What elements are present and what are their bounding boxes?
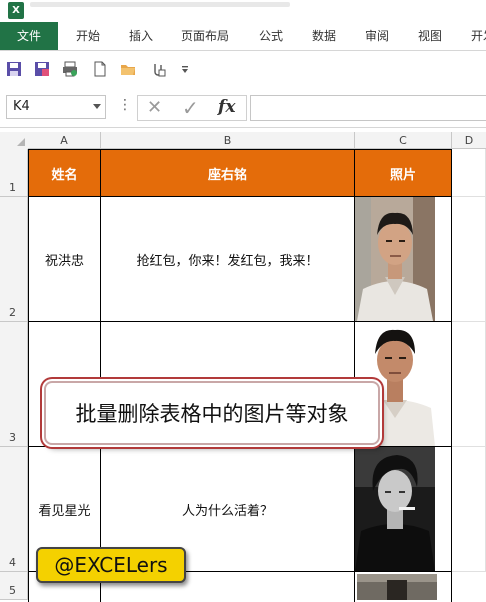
cell-d2[interactable] xyxy=(452,197,486,322)
save-icon[interactable] xyxy=(6,61,22,77)
tab-insert[interactable]: 插入 xyxy=(129,22,153,50)
cell-name[interactable]: 祝洪忠 xyxy=(28,197,101,322)
tab-developer[interactable]: 开发 xyxy=(471,22,486,50)
print-preview-icon[interactable] xyxy=(62,61,78,77)
row-header-5[interactable]: 5 xyxy=(0,572,28,600)
row-header-1[interactable]: 1 xyxy=(0,149,28,197)
row-header-4[interactable]: 4 xyxy=(0,447,28,572)
cell-d4[interactable] xyxy=(452,447,486,572)
column-header-d[interactable]: D xyxy=(452,132,486,149)
attach-icon[interactable] xyxy=(150,61,166,77)
chevron-down-icon[interactable] xyxy=(93,104,101,109)
photo-partial[interactable] xyxy=(357,574,437,600)
column-header-a[interactable]: A xyxy=(28,132,101,149)
more-options-icon[interactable]: ⋮ xyxy=(118,97,132,113)
row-header-3[interactable]: 3 xyxy=(0,322,28,447)
name-box[interactable]: K4 xyxy=(6,95,106,119)
corner-triangle-icon xyxy=(17,138,25,146)
portrait-photo[interactable] xyxy=(355,447,435,571)
tab-data[interactable]: 数据 xyxy=(312,22,336,50)
row-number: 5 xyxy=(9,584,16,597)
header-cell-motto[interactable]: 座右铭 xyxy=(101,149,355,197)
cell-d1[interactable] xyxy=(452,149,486,197)
header-cell-photo[interactable]: 照片 xyxy=(355,149,452,197)
tab-file[interactable]: 文件 xyxy=(0,22,58,50)
enter-check-icon[interactable]: ✓ xyxy=(182,96,199,120)
new-document-icon[interactable] xyxy=(92,61,108,77)
quick-access-toolbar xyxy=(0,51,486,89)
column-header-c[interactable]: C xyxy=(355,132,452,149)
tab-review[interactable]: 审阅 xyxy=(365,22,389,50)
select-all-corner[interactable] xyxy=(0,132,29,150)
row-number: 3 xyxy=(9,431,16,444)
cell-motto[interactable]: 抢红包，你来！发红包，我来！ xyxy=(101,197,355,322)
ribbon-tabs: 文件 开始 插入 页面布局 公式 数据 审阅 视图 开发 xyxy=(0,22,486,51)
open-folder-icon[interactable] xyxy=(120,61,136,77)
watermark-badge: @EXCELers xyxy=(36,547,186,583)
tab-view[interactable]: 视图 xyxy=(418,22,442,50)
header-cell-name[interactable]: 姓名 xyxy=(28,149,101,197)
callout-banner: 批量删除表格中的图片等对象 xyxy=(44,381,380,445)
tab-home[interactable]: 开始 xyxy=(76,22,100,50)
name-box-value: K4 xyxy=(13,99,30,114)
title-bar: X xyxy=(0,0,486,22)
row-header-2[interactable]: 2 xyxy=(0,197,28,322)
row-number: 4 xyxy=(9,556,16,569)
column-header-b[interactable]: B xyxy=(101,132,355,149)
portrait-photo[interactable] xyxy=(355,197,435,321)
formula-bar: K4 ⋮ ✕ ✓ fx xyxy=(0,89,486,128)
formula-input[interactable] xyxy=(250,95,486,121)
row-number: 2 xyxy=(9,306,16,319)
title-strip xyxy=(30,2,290,7)
excel-app-icon[interactable]: X xyxy=(8,2,24,19)
formula-buttons: ✕ ✓ fx xyxy=(137,95,247,121)
cell-d3[interactable] xyxy=(452,322,486,447)
tab-page-layout[interactable]: 页面布局 xyxy=(181,22,229,50)
insert-function-icon[interactable]: fx xyxy=(218,97,235,117)
tab-formulas[interactable]: 公式 xyxy=(259,22,283,50)
customize-dropdown-icon[interactable] xyxy=(180,65,190,75)
row-number: 1 xyxy=(9,181,16,194)
cancel-icon[interactable]: ✕ xyxy=(147,97,162,118)
save-as-icon[interactable] xyxy=(34,61,50,77)
